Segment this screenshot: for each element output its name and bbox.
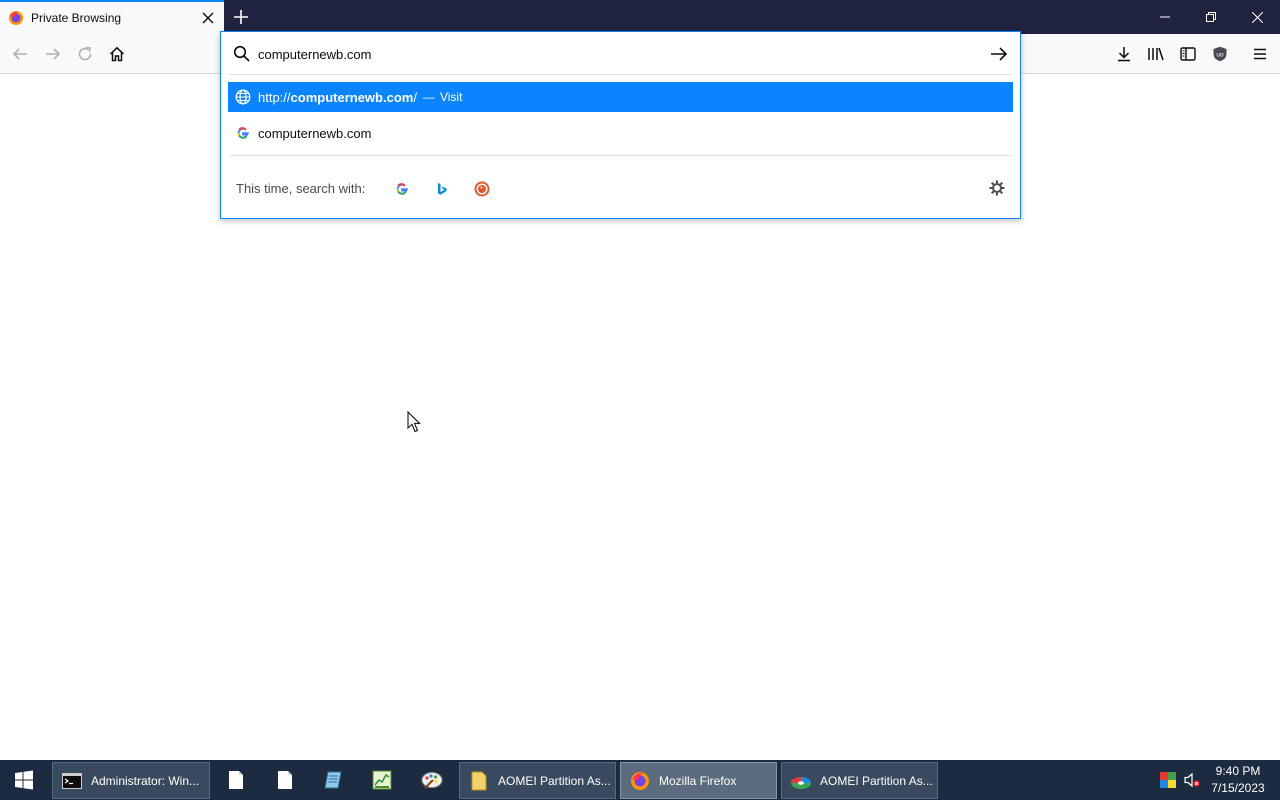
forward-button[interactable]	[38, 39, 68, 69]
reload-icon	[78, 46, 92, 61]
firefox-icon	[8, 10, 24, 26]
volume-muted-icon[interactable]	[1184, 772, 1200, 788]
minimize-icon	[1160, 16, 1170, 18]
restore-icon	[1206, 12, 1216, 22]
taskbar-button-firefox[interactable]: Mozilla Firefox	[620, 762, 777, 799]
result-suggestion-text: computernewb.com	[258, 125, 372, 141]
result-dash: —	[422, 90, 435, 104]
google-icon	[396, 183, 408, 195]
quicklaunch-task-manager[interactable]	[370, 768, 394, 792]
tab-private-browsing[interactable]: Private Browsing	[0, 0, 224, 34]
close-icon	[1251, 11, 1263, 23]
clock-date: 7/15/2023	[1211, 781, 1265, 795]
urlbar-separator	[229, 74, 1012, 75]
taskbar-button-aomei-1[interactable]: AOMEI Partition As...	[459, 762, 616, 799]
home-icon	[109, 46, 125, 62]
taskbar-button-label: Administrator: Win...	[91, 773, 200, 788]
sidebar-icon	[1180, 47, 1196, 61]
home-button[interactable]	[102, 39, 132, 69]
taskbar-button-label: Mozilla Firefox	[659, 773, 737, 788]
svg-text:uo: uo	[1216, 52, 1224, 59]
globe-icon	[235, 89, 251, 105]
plus-icon	[234, 10, 248, 24]
library-icon	[1148, 47, 1164, 61]
quicklaunch-notepad-1[interactable]	[224, 768, 248, 792]
google-engine-button[interactable]	[391, 178, 413, 200]
paint-palette-icon	[421, 772, 443, 789]
duckduckgo-engine-button[interactable]	[471, 178, 493, 200]
downloads-button[interactable]	[1109, 39, 1139, 69]
chart-window-icon	[372, 770, 392, 790]
ublock-extension-button[interactable]: uo	[1205, 39, 1235, 69]
tab-close-icon[interactable]	[200, 10, 216, 26]
taskbar-button-label: AOMEI Partition As...	[498, 773, 611, 788]
quicklaunch-paint[interactable]	[420, 768, 444, 792]
taskbar-button-admin-cmd[interactable]: Administrator: Win...	[52, 762, 210, 799]
close-window-button[interactable]	[1234, 0, 1280, 34]
firefox-icon	[629, 770, 651, 792]
bing-engine-button[interactable]	[431, 178, 453, 200]
result-url-domain: computernewb.com	[290, 89, 414, 105]
file-icon	[278, 771, 292, 789]
reload-button[interactable]	[70, 39, 100, 69]
one-off-separator	[229, 155, 1012, 156]
download-icon	[1118, 47, 1130, 62]
google-icon	[235, 125, 251, 141]
wordpad-icon	[324, 771, 342, 789]
taskbar: Administrator: Win... AOMEI Partition As…	[0, 760, 1280, 800]
restore-button[interactable]	[1188, 0, 1234, 34]
new-tab-button[interactable]	[224, 0, 258, 34]
clock-time: 9:40 PM	[1215, 764, 1261, 778]
result-action-label: Visit	[439, 90, 463, 104]
quicklaunch-notepad-2[interactable]	[273, 768, 297, 792]
aomei-icon	[790, 770, 812, 792]
tab-title: Private Browsing	[31, 11, 122, 25]
search-icon	[233, 45, 250, 65]
urlbar[interactable]	[221, 32, 1020, 74]
result-url-suffix: /	[413, 89, 417, 105]
folder-icon	[468, 770, 490, 792]
cmd-icon	[61, 770, 83, 792]
start-button[interactable]	[0, 760, 48, 800]
search-with-label: This time, search with:	[236, 181, 366, 196]
forward-arrow-icon	[46, 48, 61, 60]
windows-logo-icon	[15, 770, 33, 790]
ublock-shield-icon: uo	[1213, 46, 1227, 62]
hamburger-menu-icon	[1254, 48, 1266, 60]
search-settings-button[interactable]	[986, 177, 1008, 199]
file-icon	[229, 771, 243, 789]
result-visit-url[interactable]: http://computernewb.com / — Visit	[228, 82, 1013, 112]
tab-strip: Private Browsing	[0, 0, 1280, 34]
taskbar-button-label: AOMEI Partition As...	[820, 773, 933, 788]
taskbar-button-aomei-2[interactable]: AOMEI Partition As...	[781, 762, 938, 799]
color-tray-icon[interactable]	[1160, 772, 1176, 788]
urlbar-popup: http://computernewb.com/ — Visit compute…	[220, 31, 1021, 219]
gear-icon	[989, 180, 1005, 196]
app-menu-button[interactable]	[1245, 39, 1275, 69]
one-off-search-bar: This time, search with:	[221, 172, 1020, 204]
minimize-button[interactable]	[1142, 0, 1188, 34]
mouse-cursor-icon	[407, 411, 421, 433]
result-url-prefix: http://	[258, 89, 291, 105]
sidebar-button[interactable]	[1173, 39, 1203, 69]
url-input[interactable]	[258, 44, 958, 64]
result-search-suggestion[interactable]: computernewb.com	[228, 118, 1013, 148]
bing-icon	[438, 183, 447, 195]
quicklaunch-wordpad[interactable]	[321, 768, 345, 792]
go-arrow-icon	[991, 47, 1008, 61]
back-button[interactable]	[5, 39, 35, 69]
system-clock[interactable]: 9:40 PM 7/15/2023	[1204, 763, 1272, 797]
duckduckgo-icon	[474, 181, 490, 197]
back-arrow-icon	[12, 48, 27, 60]
go-arrow-button[interactable]	[988, 43, 1010, 65]
library-button[interactable]	[1141, 39, 1171, 69]
